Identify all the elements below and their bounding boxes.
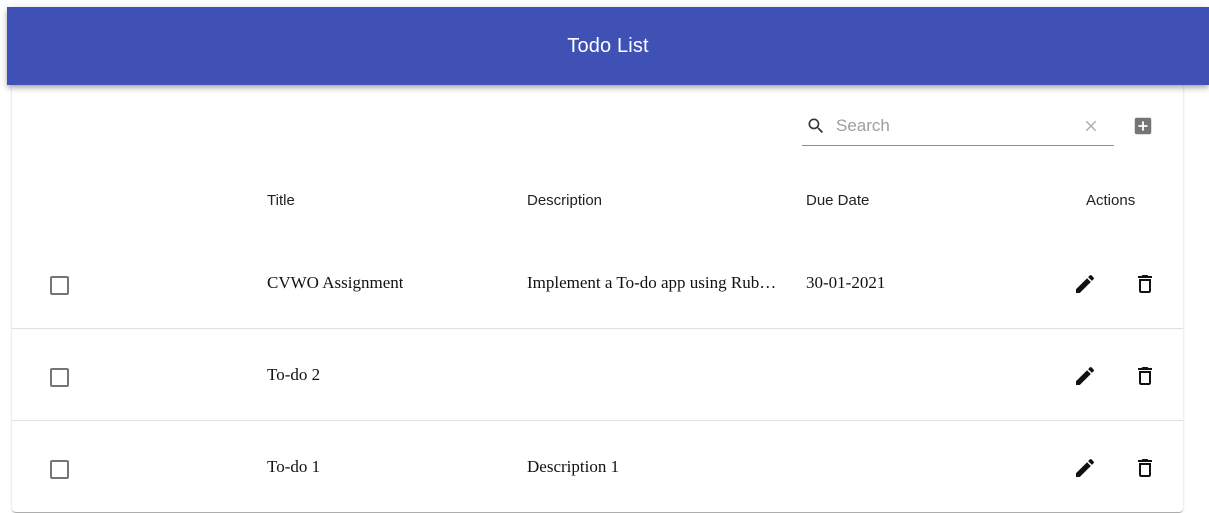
app-bar: Todo List (7, 7, 1209, 85)
row-title: To-do 2 (267, 365, 321, 384)
table-toolbar (12, 85, 1183, 163)
close-icon[interactable] (1080, 115, 1102, 137)
table-header: Title Description Due Date Actions (12, 163, 1183, 237)
app-title: Todo List (567, 34, 649, 57)
row-title: To-do 1 (267, 457, 321, 476)
add-box-icon[interactable] (1132, 115, 1154, 137)
column-header-title[interactable]: Title (267, 192, 295, 209)
table-row: To-do 1 Description 1 (12, 421, 1183, 512)
row-checkbox[interactable] (50, 460, 69, 479)
column-header-actions: Actions (1086, 192, 1136, 209)
search-field[interactable] (802, 107, 1114, 146)
search-icon (804, 114, 828, 138)
row-title: CVWO Assignment (267, 273, 404, 292)
row-checkbox[interactable] (50, 368, 69, 387)
table-row: To-do 2 (12, 329, 1183, 421)
edit-icon[interactable] (1071, 362, 1099, 390)
table-row: CVWO Assignment Implement a To-do app us… (12, 237, 1183, 329)
search-input[interactable] (836, 116, 1056, 136)
row-description: Implement a To-do app using Ruby on Rail… (527, 273, 777, 292)
row-due-date: 30-01-2021 (806, 273, 886, 292)
row-description: Description 1 (527, 457, 620, 476)
delete-icon[interactable] (1131, 454, 1159, 482)
edit-icon[interactable] (1071, 454, 1099, 482)
todo-table-container: Title Description Due Date Actions CVWO … (12, 85, 1183, 512)
edit-icon[interactable] (1071, 270, 1099, 298)
column-header-description[interactable]: Description (527, 192, 602, 209)
table-body: CVWO Assignment Implement a To-do app us… (12, 237, 1183, 512)
delete-icon[interactable] (1131, 270, 1159, 298)
delete-icon[interactable] (1131, 362, 1159, 390)
column-header-due-date[interactable]: Due Date (806, 192, 869, 209)
row-checkbox[interactable] (50, 276, 69, 295)
